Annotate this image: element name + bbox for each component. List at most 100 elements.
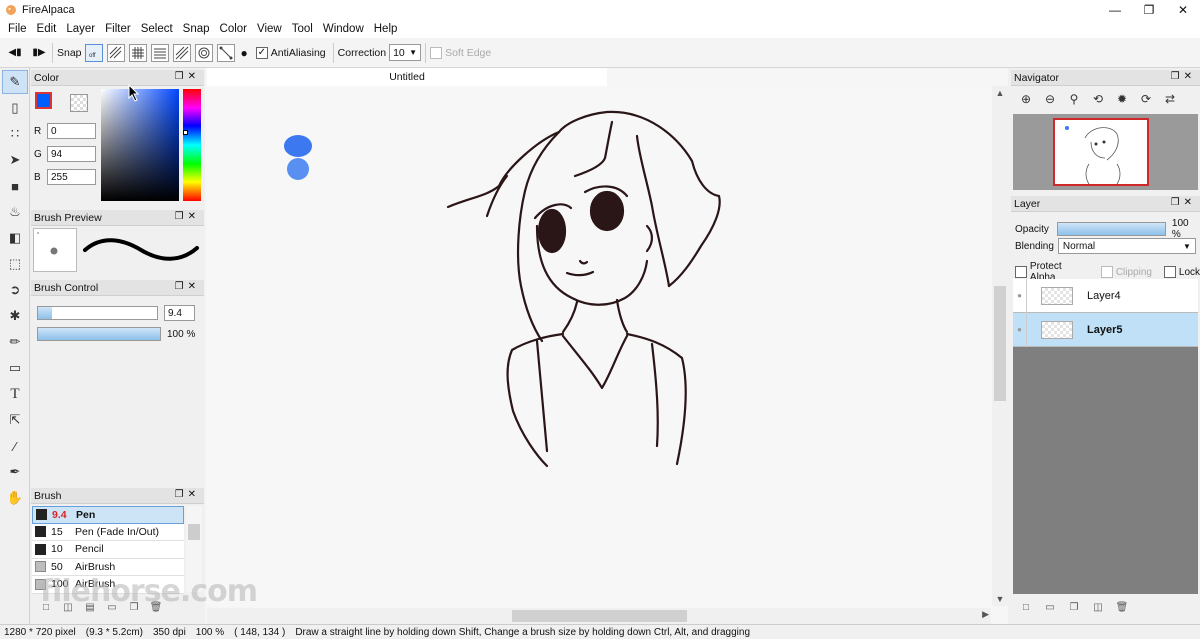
brush-dot-icon[interactable]: ● [241, 46, 248, 60]
import-brush-icon[interactable]: ◫ [61, 600, 75, 614]
menu-layer[interactable]: Layer [62, 23, 101, 35]
scroll-thumb[interactable] [188, 524, 200, 540]
saturation-value-picker[interactable] [101, 89, 179, 201]
move-tool-icon[interactable]: ➤ [2, 148, 28, 172]
gradient-tool-icon[interactable]: ◧ [2, 226, 28, 250]
merge-layer-icon[interactable]: ◫ [1091, 600, 1105, 614]
brush-size-input[interactable]: 9.4 [164, 305, 195, 321]
minimize-button[interactable]: — [1098, 0, 1132, 20]
protect-alpha-checkbox[interactable] [1015, 266, 1027, 278]
fill-rect-tool-icon[interactable]: ■ [2, 174, 28, 198]
scroll-thumb[interactable] [512, 610, 687, 622]
navigator-thumbnail[interactable] [1053, 118, 1149, 186]
panel-float-close-icon[interactable]: ❐✕ [175, 211, 200, 222]
brush-opacity-slider[interactable] [37, 327, 161, 341]
layer-item[interactable]: ● Layer4 [1013, 278, 1198, 313]
new-folder-icon[interactable]: ▭ [1043, 600, 1057, 614]
eyedropper-tool-icon[interactable]: ✒ [2, 460, 28, 484]
scroll-up-icon[interactable]: ▲ [992, 88, 1008, 98]
next-arrow-icon[interactable]: ▮▶ [30, 44, 48, 62]
select-pen-tool-icon[interactable]: ✏ [2, 330, 28, 354]
duplicate-layer-icon[interactable]: ❐ [1067, 600, 1081, 614]
snap-circle-button[interactable] [194, 43, 213, 62]
snap-curve-button[interactable] [216, 43, 235, 62]
scroll-thumb[interactable] [994, 286, 1006, 401]
navigator-viewport[interactable] [1013, 114, 1198, 190]
brush-item[interactable]: 9.4 Pen [32, 506, 184, 524]
layer-visibility-icon[interactable]: ● [1013, 278, 1027, 313]
bucket-tool-icon[interactable]: ♨ [2, 200, 28, 224]
clipping-checkbox[interactable] [1100, 266, 1113, 278]
new-brush-icon[interactable]: □ [39, 600, 53, 614]
antialiasing-checkbox[interactable]: ✓ [255, 46, 268, 59]
menu-edit[interactable]: Edit [33, 23, 63, 35]
soft-edge-checkbox[interactable] [430, 46, 443, 59]
menu-filter[interactable]: Filter [101, 23, 137, 35]
rotate-left-icon[interactable]: ⟲ [1089, 90, 1107, 108]
delete-layer-icon[interactable]: 🗑 [1115, 600, 1129, 614]
hue-marker[interactable] [183, 130, 188, 135]
new-layer-icon[interactable]: □ [1019, 600, 1033, 614]
layer-visibility-icon[interactable]: ● [1013, 312, 1027, 347]
snap-off-button[interactable]: off [84, 43, 103, 62]
select-eraser-tool-icon[interactable]: ▭ [2, 356, 28, 380]
green-input[interactable]: 94 [47, 146, 96, 162]
menu-tool[interactable]: Tool [288, 23, 319, 35]
magic-wand-tool-icon[interactable]: ✱ [2, 304, 28, 328]
drawing-canvas[interactable] [207, 86, 991, 606]
brush-list-scrollbar[interactable] [186, 506, 202, 592]
brush-item[interactable]: 50 AirBrush [32, 558, 184, 576]
brush-item[interactable]: 10 Pencil [32, 541, 184, 559]
panel-float-close-icon[interactable]: ❐✕ [1171, 197, 1196, 208]
snap-vanishing-button[interactable] [172, 43, 191, 62]
hand-tool-icon[interactable]: ✋ [2, 486, 28, 510]
delete-brush-icon[interactable]: 🗑 [149, 600, 163, 614]
menu-file[interactable]: File [4, 23, 33, 35]
close-button[interactable]: ✕ [1166, 0, 1200, 20]
layer-blending-select[interactable]: Normal ▼ [1057, 238, 1196, 254]
menu-window[interactable]: Window [319, 23, 370, 35]
scroll-down-icon[interactable]: ▼ [992, 594, 1008, 604]
maximize-button[interactable]: ❐ [1132, 0, 1166, 20]
canvas-vertical-scrollbar[interactable]: ▲ ▼ [992, 86, 1008, 606]
pen-tool-icon[interactable]: ✎ [2, 70, 28, 94]
zoom-in-icon[interactable]: ⊕ [1017, 90, 1035, 108]
layer-opacity-slider[interactable] [1056, 222, 1166, 236]
blur-tool-icon[interactable]: ∕ [2, 434, 28, 458]
brush-settings-icon[interactable]: ▤ [83, 600, 97, 614]
transparent-color-swatch[interactable] [70, 94, 88, 112]
rotate-reset-icon[interactable]: ✹ [1113, 90, 1131, 108]
operation-tool-icon[interactable]: ⇱ [2, 408, 28, 432]
snap-parallel-button[interactable] [106, 43, 125, 62]
red-input[interactable]: 0 [47, 123, 96, 139]
duplicate-brush-icon[interactable]: ❐ [127, 600, 141, 614]
flip-horizontal-icon[interactable]: ⇄ [1161, 90, 1179, 108]
text-tool-icon[interactable]: T [2, 382, 28, 406]
layer-item[interactable]: ● Layer5 [1013, 312, 1198, 347]
select-tool-icon[interactable]: ⬚ [2, 252, 28, 276]
canvas-horizontal-scrollbar[interactable]: ▶ [207, 608, 991, 624]
menu-color[interactable]: Color [216, 23, 253, 35]
eraser-tool-icon[interactable]: ▯ [2, 96, 28, 120]
lock-checkbox[interactable] [1163, 266, 1176, 278]
lasso-tool-icon[interactable]: ➲ [2, 278, 28, 302]
blue-input[interactable]: 255 [47, 169, 96, 185]
menu-view[interactable]: View [253, 23, 288, 35]
zoom-out-icon[interactable]: ⊖ [1041, 90, 1059, 108]
hue-slider[interactable] [183, 89, 201, 201]
correction-select[interactable]: 10 ▼ [389, 44, 422, 61]
panel-float-close-icon[interactable]: ❐✕ [175, 281, 200, 292]
dot-tool-icon[interactable]: ∷ [2, 122, 28, 146]
rotate-right-icon[interactable]: ⟳ [1137, 90, 1155, 108]
menu-snap[interactable]: Snap [179, 23, 216, 35]
menu-help[interactable]: Help [370, 23, 404, 35]
folder-icon[interactable]: ▭ [105, 600, 119, 614]
foreground-color-swatch[interactable] [35, 92, 52, 109]
brush-item[interactable]: 100 AirBrush [32, 576, 184, 594]
previous-arrow-icon[interactable]: ◀▮ [6, 44, 24, 62]
panel-float-close-icon[interactable]: ❐✕ [175, 71, 200, 82]
snap-crisscross-button[interactable] [150, 43, 169, 62]
snap-grid-button[interactable] [128, 43, 147, 62]
panel-float-close-icon[interactable]: ❐✕ [1171, 71, 1196, 82]
scroll-right-icon[interactable]: ▶ [982, 609, 989, 620]
